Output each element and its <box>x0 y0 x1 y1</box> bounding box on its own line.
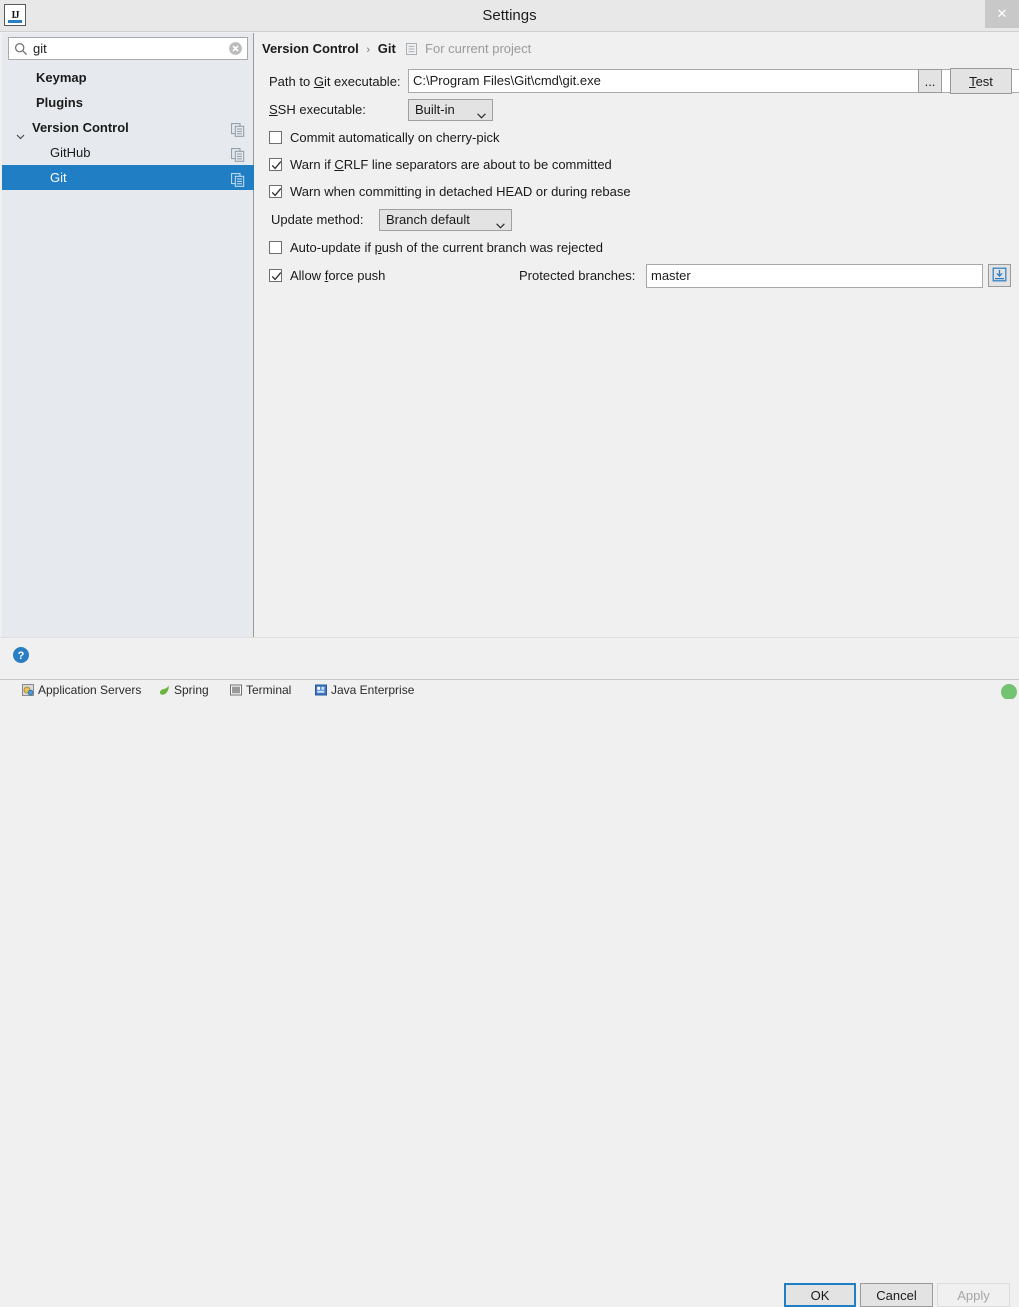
update-method-value: Branch default <box>386 212 470 227</box>
protected-branches-label: Protected branches: <box>519 268 636 283</box>
checkbox-box-icon <box>269 185 282 198</box>
ssh-executable-select[interactable]: Built-in <box>408 99 493 121</box>
sidebar-item-github[interactable]: GitHub <box>2 140 254 165</box>
update-method-select[interactable]: Branch default <box>379 209 512 231</box>
checkbox-label: Warn when committing in detached HEAD or… <box>290 184 631 199</box>
checkbox-label: Warn if CRLF line separators are about t… <box>290 157 612 172</box>
svg-text:?: ? <box>18 650 25 662</box>
ssh-label-rest: SH executable: <box>277 102 366 117</box>
ssh-executable-value: Built-in <box>415 102 455 117</box>
close-icon[interactable]: ✕ <box>985 0 1019 28</box>
settings-dialog: IJ Settings ✕ git Keymap Plugins Version… <box>0 0 1019 1307</box>
sidebar-item-label: Plugins <box>36 95 83 110</box>
protected-branches-input[interactable]: master <box>646 264 983 288</box>
chevron-down-icon[interactable] <box>16 124 25 140</box>
breadcrumb-current: Git <box>377 41 396 56</box>
copy-settings-icon[interactable] <box>231 170 245 187</box>
sidebar-item-label: Version Control <box>32 120 129 135</box>
clear-icon[interactable] <box>228 41 243 56</box>
java-enterprise-icon <box>315 684 327 696</box>
test-button[interactable]: Test <box>950 68 1012 94</box>
settings-tree: Keymap Plugins Version Control GitHub Gi… <box>2 65 254 190</box>
ssh-executable-label: SSH executable: <box>269 100 366 120</box>
sidebar-item-version-control[interactable]: Version Control <box>2 115 254 140</box>
checkbox-box-icon <box>269 131 282 144</box>
expand-list-icon <box>992 267 1007 285</box>
expand-list-button[interactable] <box>988 264 1011 287</box>
dialog-footer: ? OK Cancel Apply <box>0 637 1019 1307</box>
project-scope-note: For current project <box>406 41 531 56</box>
checkbox-label: Allow force push <box>290 268 386 283</box>
check-icon <box>271 161 282 170</box>
check-icon <box>271 188 282 197</box>
apply-button: Apply <box>937 1283 1010 1307</box>
copy-settings-icon[interactable] <box>231 120 245 137</box>
sidebar-item-label: Git <box>50 170 67 185</box>
search-input-value: git <box>33 41 47 56</box>
sidebar-item-plugins[interactable]: Plugins <box>2 90 254 115</box>
status-indicator-icon[interactable] <box>1001 684 1017 699</box>
settings-sidebar: git Keymap Plugins Version Control GitHu… <box>2 33 254 637</box>
project-scope-icon <box>406 42 418 55</box>
git-path-label-mnemonic: G <box>313 74 324 89</box>
status-bar-item-label: Spring <box>174 683 209 697</box>
settings-content-panel: Version Control › Git For current projec… <box>255 33 1019 637</box>
status-bar-item-label: Terminal <box>246 683 292 697</box>
terminal-icon <box>230 684 242 696</box>
breadcrumb: Version Control › Git For current projec… <box>262 40 531 58</box>
copy-settings-icon[interactable] <box>231 145 245 162</box>
checkbox-box-icon <box>269 269 282 282</box>
ssh-label-mnemonic: S <box>269 102 278 117</box>
title-bar: IJ Settings ✕ <box>0 0 1019 32</box>
checkbox-box-icon <box>269 158 282 171</box>
checkbox-label: Auto-update if push of the current branc… <box>290 240 603 255</box>
breadcrumb-separator: › <box>366 44 371 56</box>
ide-status-bar: Application Servers Spring Terminal Java… <box>0 679 1019 699</box>
status-bar-item-label: Java Enterprise <box>331 683 415 697</box>
cancel-button[interactable]: Cancel <box>860 1283 933 1307</box>
window-title: Settings <box>482 7 537 24</box>
sidebar-item-label: GitHub <box>50 145 91 160</box>
sidebar-item-keymap[interactable]: Keymap <box>2 65 254 90</box>
search-icon <box>14 42 28 56</box>
check-icon <box>271 272 282 281</box>
chevron-down-icon <box>496 217 505 229</box>
browse-button[interactable]: ... <box>918 69 942 93</box>
application-servers-icon <box>22 684 34 696</box>
chevron-down-icon <box>477 107 486 119</box>
git-path-label-post: it executable: <box>323 74 401 89</box>
checkbox-box-icon <box>269 241 282 254</box>
checkbox-label: Commit automatically on cherry-pick <box>290 130 500 145</box>
breadcrumb-parent[interactable]: Version Control <box>262 41 359 56</box>
ok-button[interactable]: OK <box>784 1283 856 1307</box>
search-input[interactable]: git <box>8 37 248 60</box>
update-method-label: Update method: <box>271 212 364 227</box>
sidebar-item-label: Keymap <box>36 70 87 85</box>
spring-icon <box>158 684 170 696</box>
status-bar-item-label: Application Servers <box>38 683 142 697</box>
sidebar-item-git[interactable]: Git <box>2 165 254 190</box>
help-icon[interactable]: ? <box>12 646 30 664</box>
git-path-label-pre: Path to <box>269 74 314 89</box>
git-path-label: Path to Git executable: <box>269 72 401 92</box>
test-button-label-rest: est <box>975 73 993 89</box>
project-scope-label: For current project <box>425 41 532 56</box>
